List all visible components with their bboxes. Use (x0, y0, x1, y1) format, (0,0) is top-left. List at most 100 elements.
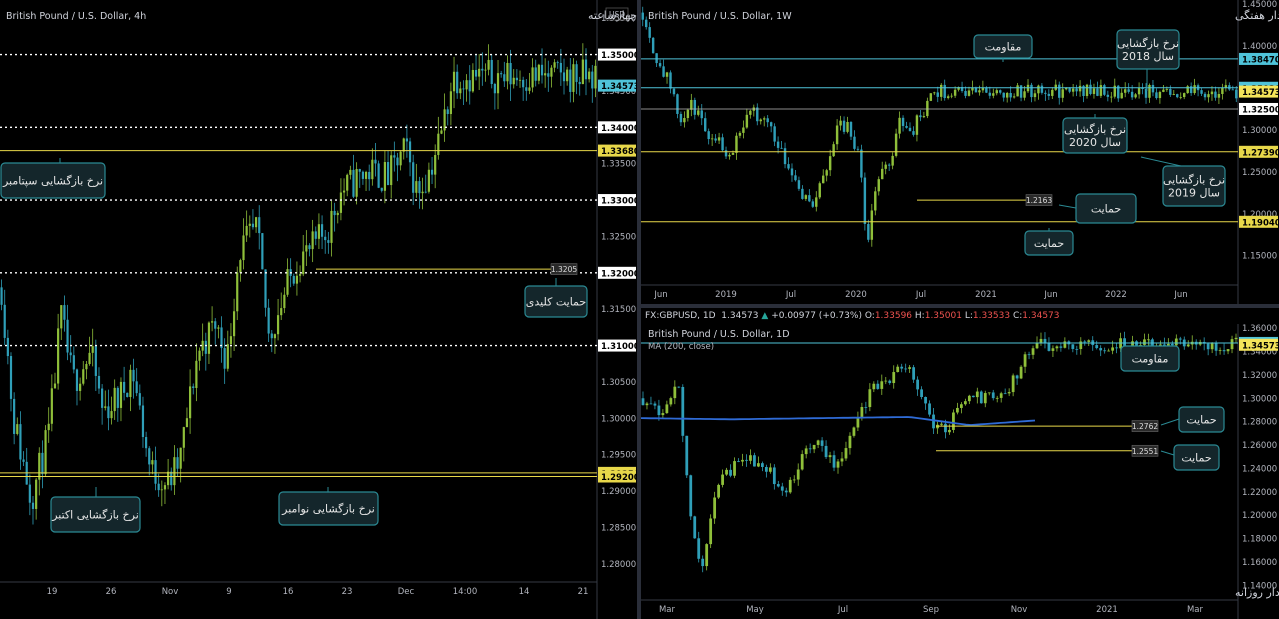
candle-body (860, 406, 864, 417)
candle-body (658, 63, 662, 67)
chart-4h-svg[interactable]: 1.355001.350001.345001.340001.335001.330… (0, 0, 637, 619)
chart-1d-svg[interactable]: 1.360001.340001.320001.300001.280001.260… (641, 324, 1279, 619)
candle-body (170, 471, 173, 486)
candle-body (484, 69, 487, 71)
x-tick-label: 2021 (975, 290, 997, 300)
candle-body (305, 245, 308, 252)
callout-resistance[interactable]: مقاومت (973, 34, 1033, 62)
candle-body (346, 174, 349, 191)
candle-body (657, 405, 661, 416)
candle-body (804, 195, 808, 199)
callout-open-2019-text: سال 2019 (1168, 187, 1220, 200)
candle-body (946, 96, 950, 99)
candle-body (412, 162, 415, 193)
candle-body (418, 181, 421, 194)
candle-body (737, 461, 740, 462)
candle-body (999, 90, 1002, 93)
candle-body (1055, 346, 1059, 349)
candle-body (733, 461, 736, 476)
candle-body (944, 423, 947, 433)
y-tick-label: 1.28000 (1242, 418, 1277, 428)
y-tick-label: 1.40000 (1242, 42, 1277, 52)
ohlc-o-label: O: (864, 311, 875, 321)
segment-price-label: 1.2762 (1132, 422, 1158, 431)
candle-body (324, 236, 327, 241)
candle-body (677, 386, 681, 388)
candle-body (393, 155, 396, 158)
candle-body (863, 177, 867, 224)
candle-body (908, 367, 912, 369)
candle-body (1003, 393, 1007, 395)
candle-body (1071, 344, 1075, 349)
candle-body (377, 163, 380, 188)
candle-body (537, 64, 540, 81)
candle-body (1147, 339, 1150, 341)
candle-body (1075, 348, 1079, 350)
candle-body (749, 110, 752, 115)
chart-panel-1d[interactable]: 1.36000 1.34000 1.32000 1.30000 1.28000 1.260… (641, 324, 1279, 619)
chart-title: British Pound / U.S. Dollar, 1D (648, 329, 790, 340)
candle-body (506, 62, 509, 82)
chart-panel-1w[interactable]: 1.450001.400001.350001.300001.250001.200… (641, 0, 1279, 304)
candle-body (1230, 339, 1234, 350)
price-tag-label: 1.34573 (601, 82, 637, 92)
candle-body (1019, 85, 1023, 98)
candle-body (522, 79, 525, 88)
candle-body (685, 435, 689, 476)
candle-body (742, 127, 745, 133)
candle-body (176, 457, 179, 469)
candle-body (145, 437, 148, 449)
candle-body (88, 352, 91, 364)
candle-body (440, 130, 443, 134)
candle-body (352, 169, 355, 197)
candle-body (9, 356, 13, 399)
ohlc-last: 1.34573 (721, 311, 759, 321)
price-tag-label: 1.35000 (601, 51, 637, 61)
candle-body (471, 69, 474, 92)
candle-body (135, 381, 138, 394)
candle-body (270, 333, 273, 339)
candle-body (1151, 84, 1155, 93)
candle-body (559, 62, 562, 73)
candle-body (69, 352, 72, 356)
candle-body (1016, 85, 1019, 97)
candle-body (333, 210, 336, 216)
candle-body (1186, 344, 1190, 347)
candle-body (1107, 350, 1111, 352)
candle-body (383, 162, 387, 191)
candle-body (681, 386, 685, 436)
callout-november-open-text: نرخ بازگشایی نوامبر (281, 503, 375, 516)
candle-body (553, 62, 556, 68)
candle-body (446, 109, 449, 115)
candle-body (828, 455, 832, 458)
x-tick-label: 26 (106, 587, 117, 597)
chart-panel-4h[interactable]: 1.355001.350001.345001.340001.335001.330… (0, 0, 637, 619)
candle-body (339, 192, 343, 213)
candle-body (797, 180, 801, 189)
candle-body (1047, 343, 1051, 351)
candle-body (1217, 93, 1221, 98)
y-tick-label: 1.32000 (1242, 371, 1277, 381)
callout-support-2[interactable]: حمایت (1024, 228, 1074, 256)
chart-title: British Pound / U.S. Dollar, 1W (648, 11, 792, 22)
candle-body (1148, 84, 1151, 98)
chart-1w-svg[interactable]: 1.450001.400001.350001.300001.250001.200… (641, 0, 1279, 304)
candle-body (928, 403, 931, 415)
ohlc-close: 1.34573 (1022, 311, 1060, 321)
callout-september-open[interactable]: نرخ بازگشایی سپتامبر (0, 158, 106, 199)
candle-body (645, 403, 649, 406)
candle-body (94, 346, 97, 376)
candle-body (465, 80, 468, 90)
candle-body (749, 455, 752, 461)
candle-body (1019, 366, 1023, 379)
candle-body (689, 475, 693, 517)
candle-body (788, 479, 792, 493)
candle-body (967, 395, 971, 402)
candle-body (926, 100, 929, 117)
candle-body (738, 132, 742, 136)
y-tick-label: 1.29000 (601, 487, 636, 497)
callout-open-2020[interactable]: نرخ بازگشاییسال 2020 (1062, 114, 1128, 154)
candle-body (760, 463, 764, 467)
y-tick-label: 1.30000 (601, 414, 636, 424)
callout-november-open[interactable]: نرخ بازگشایی نوامبر (278, 487, 379, 526)
